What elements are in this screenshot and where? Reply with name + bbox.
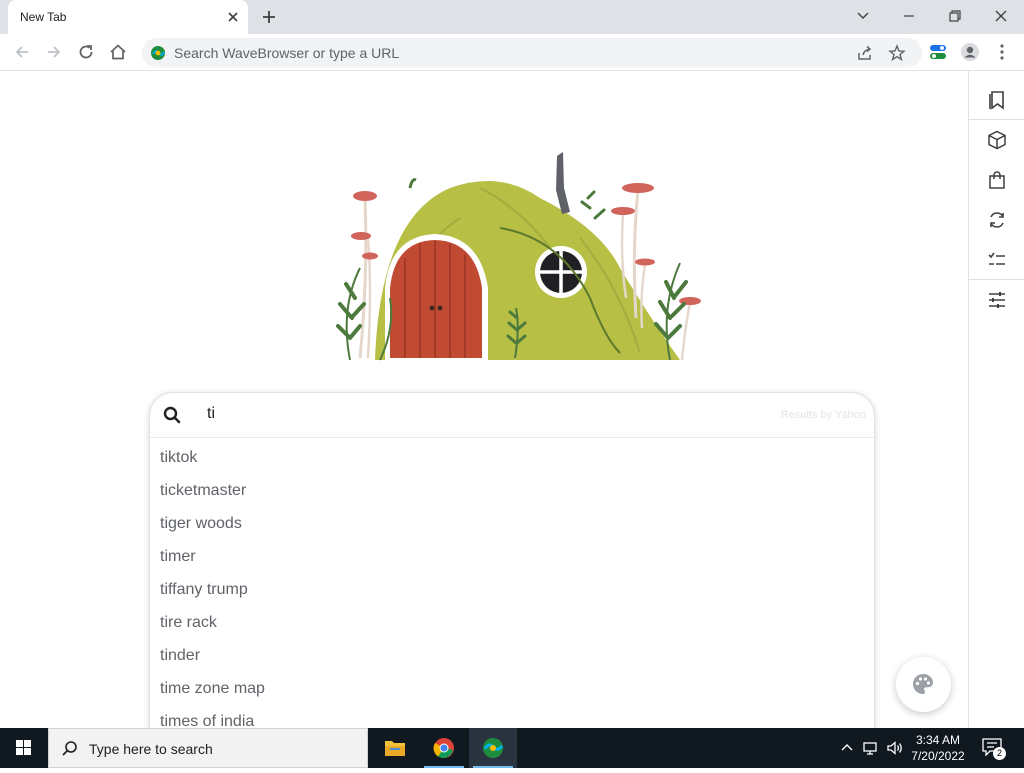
tab-new-tab[interactable]: New Tab <box>8 0 248 34</box>
palette-icon <box>913 674 933 694</box>
side-separator <box>969 279 1024 280</box>
tab-search-chevron-down-icon[interactable] <box>840 0 886 32</box>
forward-arrow-icon[interactable] <box>44 42 64 62</box>
tab-strip: New Tab <box>0 0 1024 34</box>
profile-avatar-icon[interactable] <box>960 42 980 62</box>
minimize-button[interactable] <box>886 0 932 32</box>
side-separator <box>969 119 1024 120</box>
share-icon[interactable] <box>856 44 874 62</box>
clock-time: 3:34 AM <box>915 733 961 747</box>
checklist-icon[interactable] <box>986 249 1008 271</box>
suggestion-item[interactable]: ticketmaster <box>150 474 874 507</box>
chrome-app[interactable] <box>420 728 468 768</box>
suggestion-item[interactable]: tinder <box>150 639 874 672</box>
hobbit-house-illustration <box>320 148 710 362</box>
notification-count-badge: 2 <box>993 747 1006 760</box>
suggestion-list: tiktok ticketmaster tiger woods timer ti… <box>150 441 874 737</box>
volume-icon[interactable] <box>886 739 904 757</box>
wavebrowser-icon <box>483 738 504 758</box>
suggestion-item[interactable]: time zone map <box>150 672 874 705</box>
restore-button[interactable] <box>932 0 978 32</box>
suggestion-item[interactable]: tiger woods <box>150 507 874 540</box>
wavebrowser-logo-icon <box>150 45 166 61</box>
network-icon[interactable] <box>862 739 880 757</box>
sync-icon[interactable] <box>986 209 1008 231</box>
extensions-toggle-icon[interactable] <box>928 42 948 62</box>
taskbar-search-placeholder: Type here to search <box>89 741 213 757</box>
back-arrow-icon[interactable] <box>12 42 32 62</box>
new-tab-button[interactable] <box>258 6 280 28</box>
file-explorer-app[interactable] <box>371 728 419 768</box>
tab-title: New Tab <box>20 10 67 24</box>
suggestion-item[interactable]: tire rack <box>150 606 874 639</box>
action-center-button[interactable]: 2 <box>982 738 1006 760</box>
windows-logo-icon <box>16 740 31 755</box>
customize-theme-button[interactable] <box>896 657 951 712</box>
results-by-label: Results by Yahoo <box>780 409 866 421</box>
kebab-menu-icon[interactable] <box>992 42 1012 62</box>
sliders-icon[interactable] <box>986 289 1008 311</box>
home-icon[interactable] <box>108 42 128 62</box>
omnibox[interactable]: Search WaveBrowser or type a URL <box>142 38 922 67</box>
start-button[interactable] <box>0 728 48 768</box>
shopping-bag-icon[interactable] <box>986 169 1008 191</box>
wavebrowser-app[interactable] <box>469 728 517 768</box>
search-icon[interactable] <box>162 405 182 425</box>
bookmark-star-icon[interactable] <box>888 44 906 62</box>
box-icon[interactable] <box>986 129 1008 151</box>
search-row: Results by Yahoo <box>150 393 874 438</box>
search-icon <box>62 741 77 756</box>
folder-icon <box>385 741 405 756</box>
suggestion-item[interactable]: timer <box>150 540 874 573</box>
bookmark-icon[interactable] <box>986 89 1008 111</box>
clock-date: 7/20/2022 <box>911 749 965 763</box>
chrome-icon <box>433 738 454 758</box>
close-window-button[interactable] <box>978 0 1024 32</box>
tab-close-icon[interactable] <box>224 8 242 26</box>
omnibox-placeholder: Search WaveBrowser or type a URL <box>174 45 400 61</box>
windows-taskbar: Type here to search 3:34 AM 7/20/2022 2 <box>0 728 1024 768</box>
reload-icon[interactable] <box>76 42 96 62</box>
search-box: Results by Yahoo tiktok ticketmaster tig… <box>149 392 875 738</box>
taskbar-clock[interactable]: 3:34 AM 7/20/2022 <box>906 732 970 764</box>
side-panel <box>968 71 1024 728</box>
taskbar-search-box[interactable]: Type here to search <box>48 728 368 768</box>
browser-toolbar: Search WaveBrowser or type a URL <box>0 34 1024 71</box>
suggestion-item[interactable]: tiffany trump <box>150 573 874 606</box>
search-input[interactable] <box>207 405 707 423</box>
suggestion-item[interactable]: tiktok <box>150 441 874 474</box>
chevron-up-icon[interactable] <box>838 739 856 757</box>
